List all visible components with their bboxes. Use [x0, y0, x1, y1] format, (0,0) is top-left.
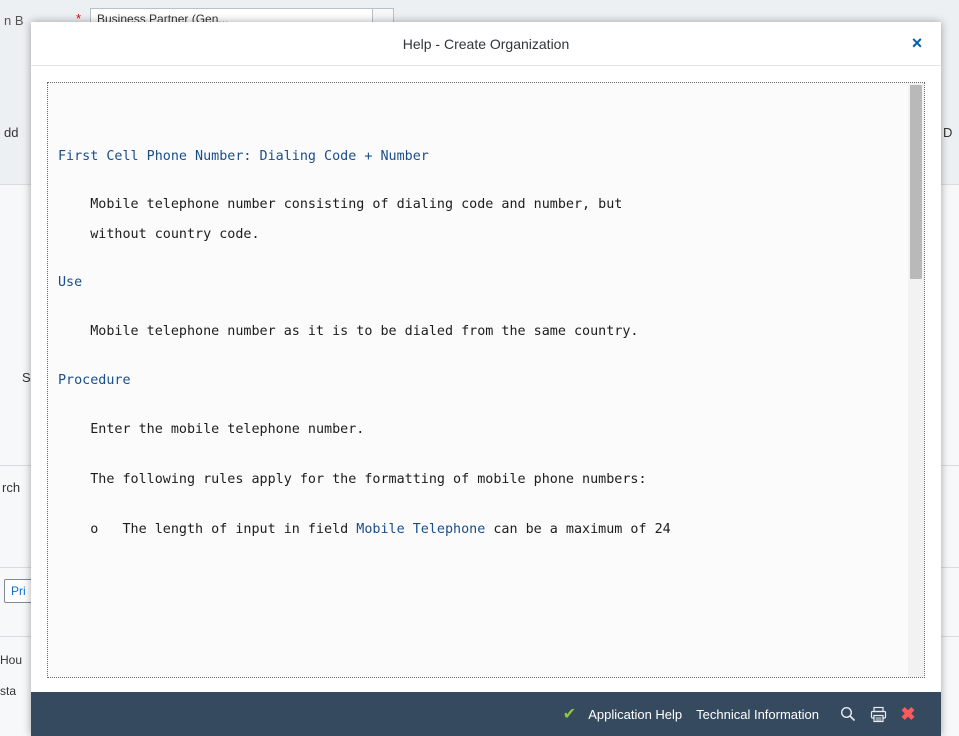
help-definition-line: without country code.	[58, 227, 260, 242]
help-heading: First Cell Phone Number: Dialing Code + …	[58, 149, 429, 164]
dialog-close-button[interactable]: ×	[907, 33, 927, 53]
help-definition-line: Mobile telephone number consisting of di…	[58, 197, 623, 212]
dialog-title: Help - Create Organization	[402, 36, 570, 52]
background-text-fragment: D	[943, 125, 953, 140]
print-icon	[870, 706, 886, 722]
background-text-fragment: rch	[2, 480, 21, 495]
mobile-telephone-link[interactable]: Mobile Telephone	[356, 522, 485, 537]
search-button[interactable]	[833, 706, 863, 722]
print-button[interactable]	[863, 706, 893, 723]
application-help-label: Application Help	[588, 706, 683, 722]
bullet-prefix: o The length of input in field	[58, 522, 357, 537]
checkmark-icon: ✔	[562, 706, 577, 723]
help-rules-text: The following rules apply for the format…	[58, 472, 647, 487]
close-icon: ✖	[900, 703, 916, 724]
background-text-fragment: S	[22, 370, 31, 385]
help-section-use: Use	[58, 275, 83, 290]
background-text-fragment: sta	[0, 684, 17, 698]
footer-close-button[interactable]: ✖	[893, 704, 923, 725]
background-field-label: n B	[4, 13, 24, 28]
scrollbar-thumb[interactable]	[910, 85, 922, 279]
background-text-fragment: Hou	[0, 653, 23, 667]
vertical-scrollbar[interactable]	[908, 83, 924, 677]
bullet-suffix: can be a maximum of 24	[485, 522, 671, 537]
help-text-frame[interactable]: First Cell Phone Number: Dialing Code + …	[47, 82, 925, 678]
background-text-fragment: dd	[4, 125, 19, 140]
search-icon	[840, 706, 856, 722]
help-dialog: Help - Create Organization × First Cell …	[31, 22, 941, 736]
help-text-content: First Cell Phone Number: Dialing Code + …	[48, 83, 908, 677]
help-section-procedure: Procedure	[58, 373, 131, 388]
help-bullet-item: o The length of input in field Mobile Te…	[58, 520, 898, 540]
dialog-header: Help - Create Organization ×	[31, 22, 941, 66]
technical-information-button[interactable]: Technical Information	[696, 707, 833, 722]
technical-information-label: Technical Information	[696, 706, 819, 722]
dialog-footer: ✔ Application Help Technical Information…	[31, 692, 941, 736]
help-procedure-text: Enter the mobile telephone number.	[58, 422, 365, 437]
help-use-text: Mobile telephone number as it is to be d…	[58, 324, 639, 339]
close-icon: ×	[911, 33, 923, 53]
application-help-button[interactable]: ✔ Application Help	[563, 704, 696, 724]
